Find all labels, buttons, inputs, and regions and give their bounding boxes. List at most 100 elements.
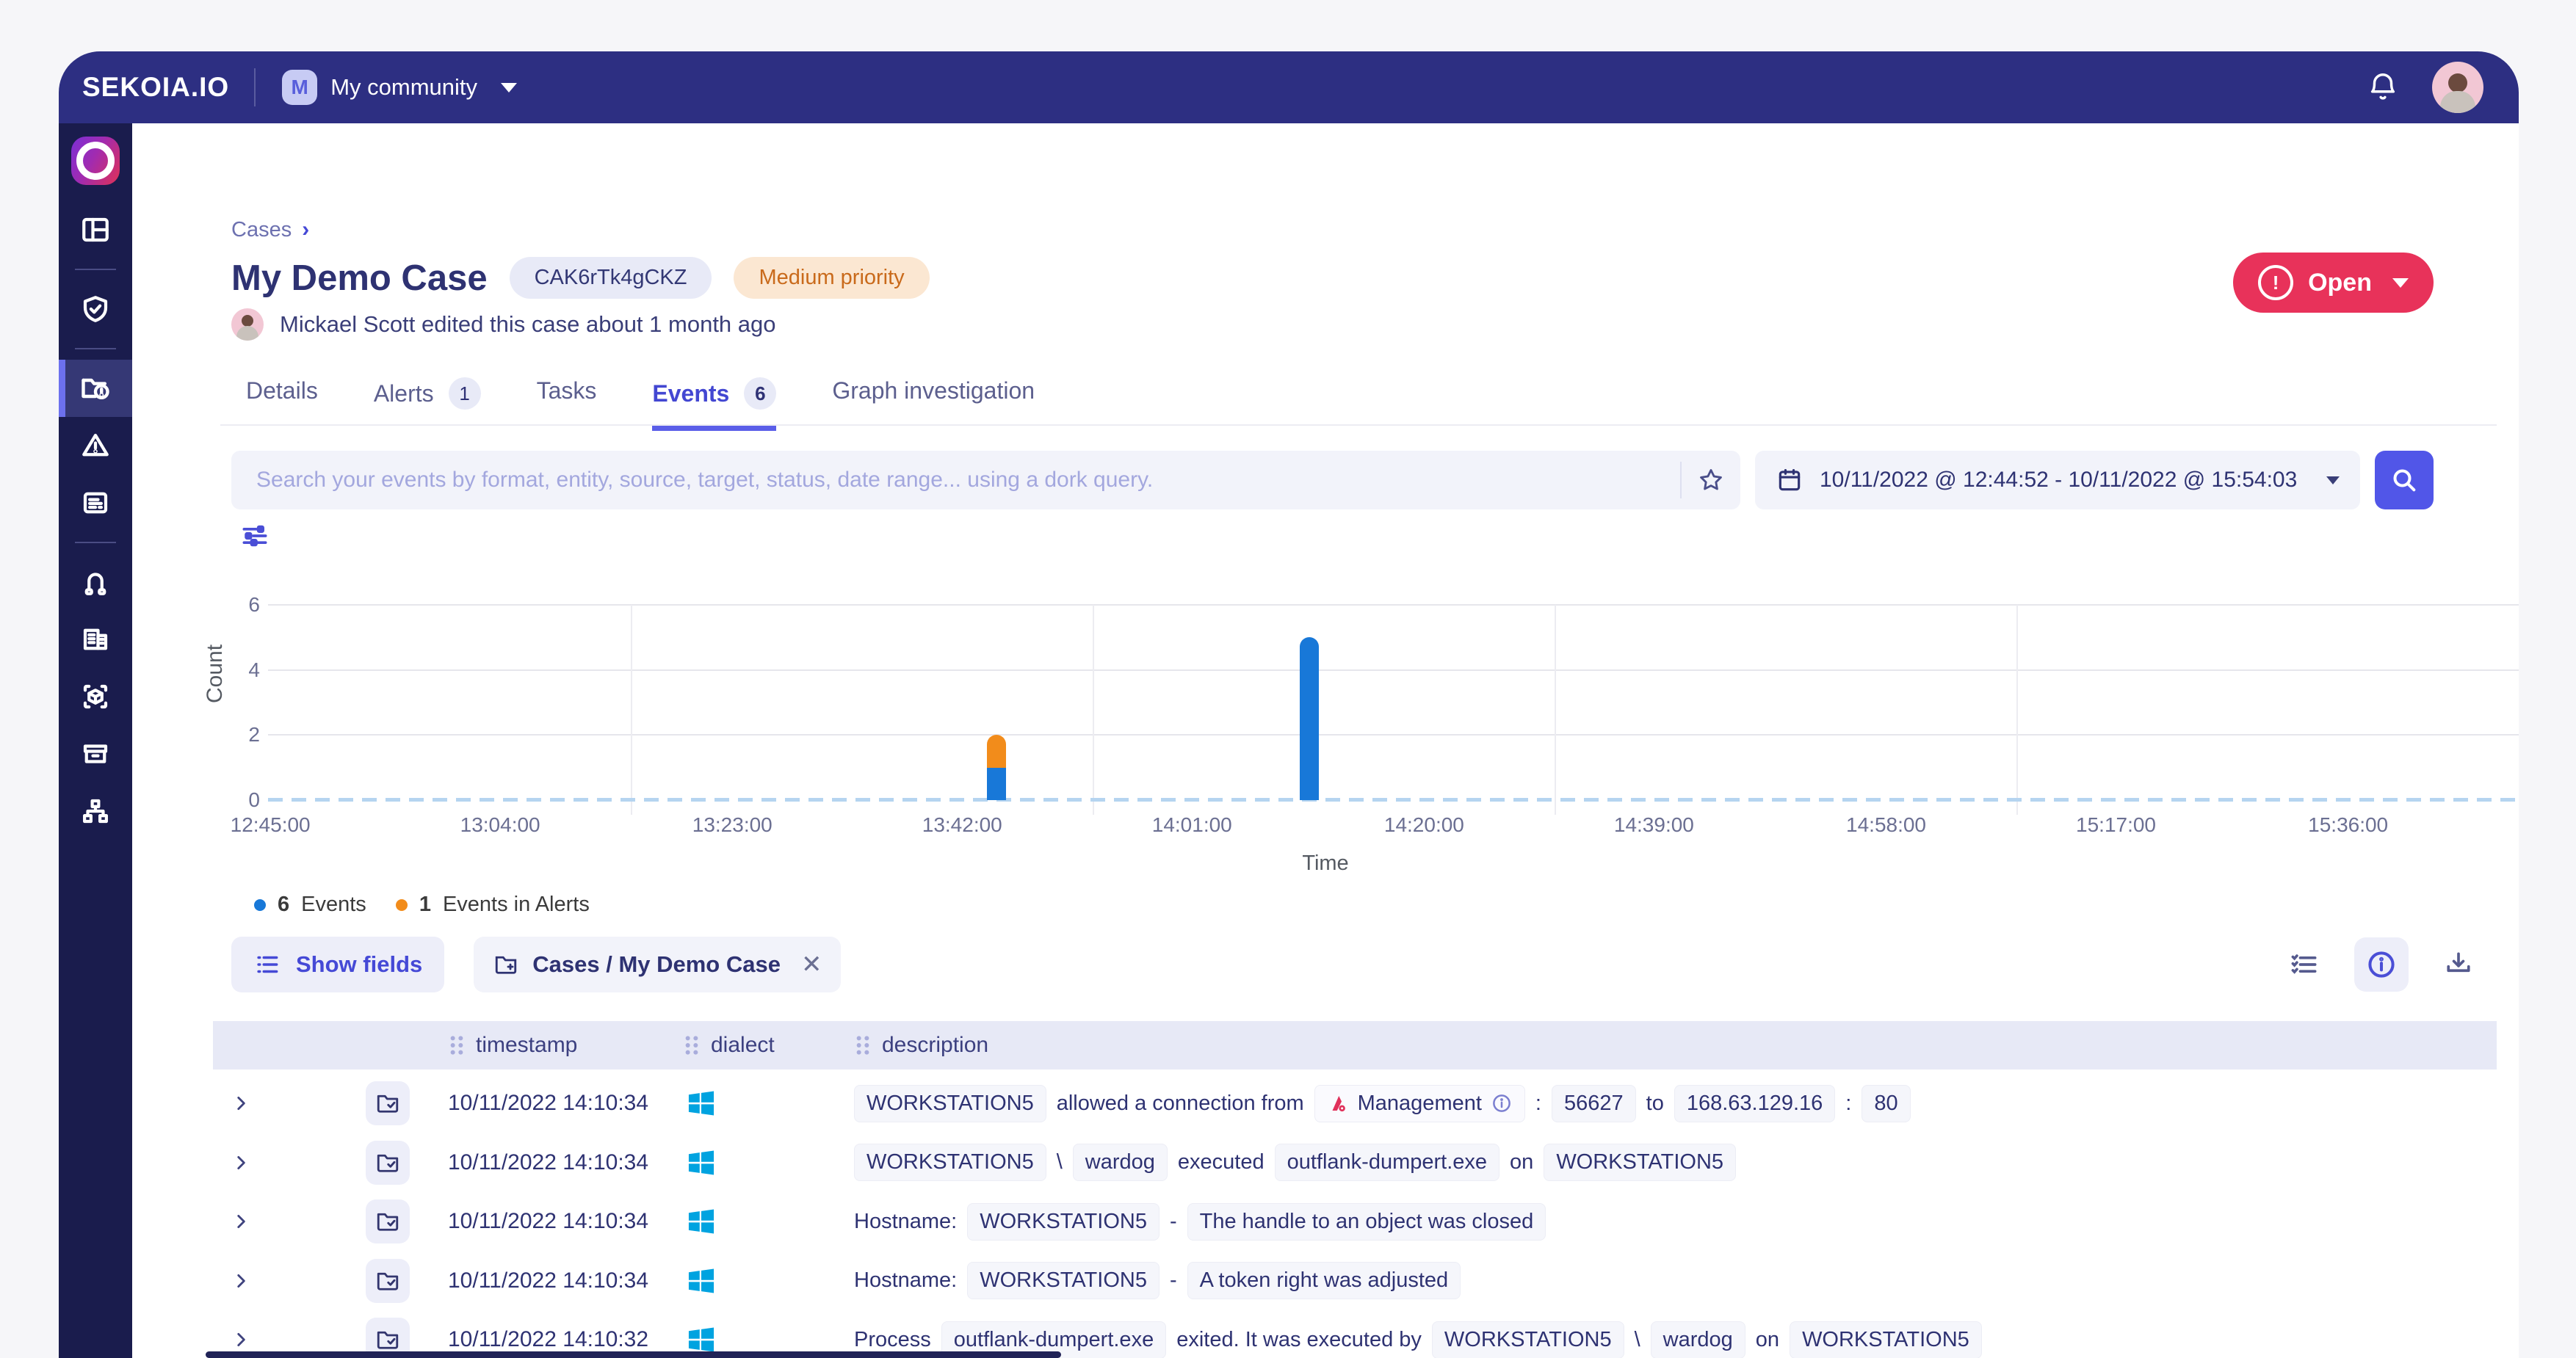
value-chip[interactable]: WORKSTATION5 [967, 1262, 1159, 1299]
chevron-down-icon [501, 83, 517, 92]
event-description: WORKSTATION5allowed a connection fromMan… [854, 1074, 2489, 1133]
info-icon[interactable] [2354, 937, 2409, 992]
download-icon[interactable] [2442, 948, 2475, 981]
legend-count: 6 [278, 893, 289, 917]
y-tick-label: 6 [209, 593, 260, 617]
horizontal-scrollbar[interactable] [206, 1351, 1061, 1358]
remove-filter-icon[interactable]: ✕ [801, 950, 822, 979]
description-text: to [1646, 1092, 1664, 1116]
show-fields-button[interactable]: Show fields [231, 937, 444, 992]
timestamp-value: 10/11/2022 14:10:34 [448, 1133, 648, 1192]
sidebar-item-events[interactable] [59, 474, 132, 531]
legend-dot [254, 899, 266, 911]
value-chip[interactable]: wardog [1651, 1321, 1745, 1358]
legend-item-events[interactable]: 6Events [254, 893, 366, 917]
description-text: : [1845, 1092, 1851, 1116]
value-chip[interactable]: A token right was adjusted [1187, 1262, 1461, 1299]
sidebar-item-playbooks[interactable] [59, 553, 132, 611]
case-folder-icon[interactable] [366, 1199, 410, 1243]
value-chip[interactable]: WORKSTATION5 [1544, 1144, 1736, 1181]
date-range-picker[interactable]: 10/11/2022 @ 12:44:52 - 10/11/2022 @ 15:… [1755, 451, 2360, 509]
x-axis-label: Time [1302, 852, 1348, 876]
case-status-open-button[interactable]: ! Open [2233, 253, 2434, 313]
tab-alerts[interactable]: Alerts1 [374, 377, 481, 426]
topbar-divider [254, 68, 256, 106]
editor-avatar [231, 308, 264, 341]
case-folder-icon[interactable] [366, 1081, 410, 1125]
description-text: Process [854, 1328, 931, 1352]
case-folder-icon[interactable] [366, 1141, 410, 1185]
windows-icon [683, 1133, 720, 1192]
sidebar-item-organization[interactable] [59, 611, 132, 668]
legend-item-events-in-alerts[interactable]: 1Events in Alerts [396, 893, 590, 917]
gridline-vertical [1555, 605, 1556, 815]
sekoia-app-logo[interactable] [71, 137, 120, 185]
timestamp-value: 10/11/2022 14:10:34 [448, 1192, 648, 1251]
case-folder-icon [79, 372, 112, 404]
value-chip[interactable]: 168.63.129.16 [1674, 1085, 1835, 1122]
tab-details[interactable]: Details [246, 377, 318, 421]
community-switcher[interactable]: M My community [282, 70, 517, 105]
value-chip[interactable]: WORKSTATION5 [854, 1085, 1046, 1122]
asset-entity-chip[interactable]: Management [1314, 1085, 1525, 1122]
expand-row-chevron-icon[interactable] [219, 1074, 263, 1133]
event-description: WORKSTATION5\wardogexecutedoutflank-dump… [854, 1133, 2489, 1192]
column-header-dialect[interactable]: dialect [683, 1021, 775, 1070]
search-submit-button[interactable] [2375, 451, 2434, 509]
value-chip[interactable]: wardog [1073, 1144, 1168, 1181]
sidebar-item-cases[interactable] [59, 360, 132, 417]
expand-row-chevron-icon[interactable] [219, 1192, 263, 1251]
sidebar-item-intelligence[interactable] [59, 668, 132, 725]
table-row[interactable]: 10/11/2022 14:10:34Hostname:WORKSTATION5… [213, 1252, 2497, 1310]
archive-box-icon [80, 738, 111, 769]
notifications-bell-icon[interactable] [2366, 70, 2400, 104]
column-header-timestamp[interactable]: timestamp [448, 1021, 577, 1070]
breadcrumb-cases[interactable]: Cases [231, 218, 292, 242]
search-input[interactable] [231, 468, 1680, 493]
priority-badge: Medium priority [734, 257, 929, 299]
case-filter-chip[interactable]: Cases / My Demo Case ✕ [474, 937, 841, 992]
case-folder-icon[interactable] [366, 1259, 410, 1303]
sidebar-item-hierarchy[interactable] [59, 783, 132, 840]
events-table-body: 10/11/2022 14:10:34 WORKSTATION5allowed a… [213, 1074, 2497, 1358]
value-chip[interactable]: WORKSTATION5 [1790, 1321, 1982, 1358]
description-text: - [1170, 1210, 1177, 1234]
favorite-star-icon[interactable] [1682, 466, 1740, 494]
value-chip[interactable]: 56627 [1552, 1085, 1636, 1122]
dashboard-icon [80, 214, 111, 245]
sidebar-item-alerts[interactable] [59, 417, 132, 474]
breadcrumb[interactable]: Cases › [231, 217, 309, 242]
info-icon[interactable] [1491, 1092, 1513, 1114]
sidebar-item-dashboard[interactable] [59, 201, 132, 258]
value-chip[interactable]: WORKSTATION5 [1432, 1321, 1624, 1358]
value-chip[interactable]: WORKSTATION5 [967, 1203, 1159, 1241]
user-avatar[interactable] [2432, 62, 2483, 113]
chart-bar-13:44:52[interactable] [987, 735, 1006, 800]
table-row[interactable]: 10/11/2022 14:10:34WORKSTATION5allowed a… [213, 1074, 2497, 1133]
column-checklist-icon[interactable] [2288, 948, 2320, 981]
value-chip[interactable]: The handle to an object was closed [1187, 1203, 1546, 1241]
gridline-vertical [1093, 605, 1094, 815]
value-chip[interactable]: WORKSTATION5 [854, 1144, 1046, 1181]
x-tick-label: 13:04:00 [460, 813, 540, 837]
table-row[interactable]: 10/11/2022 14:10:34 WORKSTATION5\wardogex… [213, 1133, 2497, 1192]
expand-row-chevron-icon[interactable] [219, 1252, 263, 1310]
sidebar-item-protect[interactable] [59, 280, 132, 338]
expand-row-chevron-icon[interactable] [219, 1133, 263, 1192]
chart-plot-area [268, 605, 2519, 800]
logo-ring [76, 142, 115, 180]
tab-graph-investigation[interactable]: Graph investigation [832, 377, 1035, 421]
value-chip[interactable]: 80 [1862, 1085, 1910, 1122]
column-header-description[interactable]: description [854, 1021, 988, 1070]
tab-events[interactable]: Events6 [652, 377, 776, 431]
x-tick-label: 13:23:00 [692, 813, 773, 837]
chart-bar-14:10:34[interactable] [1300, 637, 1319, 800]
main-content: Cases › My Demo Case CAK6rTk4gCKZ Medium… [132, 123, 2519, 1358]
tab-tasks[interactable]: Tasks [537, 377, 597, 421]
intelligence-cube-icon [80, 681, 111, 712]
event-description: Hostname:WORKSTATION5-The handle to an o… [854, 1192, 2489, 1251]
table-row[interactable]: 10/11/2022 14:10:34 Hostname:WORKSTATION5… [213, 1192, 2497, 1251]
sidebar-item-archive[interactable] [59, 725, 132, 783]
value-chip[interactable]: outflank-dumpert.exe [1275, 1144, 1499, 1181]
y-tick-label: 4 [209, 658, 260, 682]
